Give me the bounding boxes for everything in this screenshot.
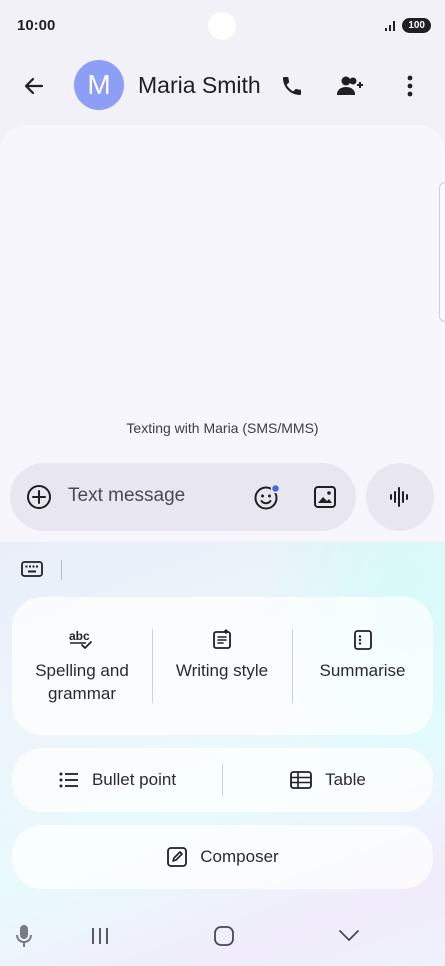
- writing-style-label: Writing style: [175, 661, 269, 680]
- system-navigation-bar: [0, 902, 445, 966]
- table-label: Table: [325, 770, 366, 789]
- composer-card: Composer: [12, 825, 433, 889]
- waveform-icon: [390, 487, 408, 507]
- keyboard-icon[interactable]: [20, 558, 44, 580]
- summarise-label: Summarise: [319, 661, 406, 680]
- writing-tools-card: abc Spelling and grammar Writing style S…: [12, 597, 433, 735]
- writing-style-icon: [213, 629, 231, 649]
- add-contact-icon[interactable]: [334, 70, 366, 102]
- gallery-icon[interactable]: [312, 484, 338, 510]
- composer-button[interactable]: Composer: [12, 825, 433, 889]
- conversation-app-bar: M Maria Smith: [0, 58, 445, 114]
- home-icon[interactable]: [210, 924, 238, 948]
- contact-name[interactable]: Maria Smith: [138, 72, 261, 99]
- spelling-grammar-button[interactable]: abc Spelling and grammar: [12, 597, 152, 735]
- hide-keyboard-chevron-down-icon[interactable]: [335, 924, 363, 948]
- bullet-point-label: Bullet point: [91, 770, 177, 789]
- message-input[interactable]: [68, 485, 238, 507]
- back-arrow-icon[interactable]: [20, 72, 48, 100]
- signal-icon: [385, 21, 396, 31]
- spelling-grammar-label: Spelling and grammar: [35, 661, 129, 703]
- camera-cutout: [208, 12, 236, 40]
- table-icon: [290, 771, 313, 789]
- voice-message-button[interactable]: [366, 463, 434, 531]
- recent-apps-icon[interactable]: [86, 924, 114, 948]
- writing-style-button[interactable]: Writing style: [152, 597, 292, 735]
- more-options-icon[interactable]: [394, 70, 426, 102]
- battery-icon: 100: [402, 17, 431, 33]
- format-tools-card: Bullet point Table: [12, 748, 433, 812]
- toolbar-divider: [61, 560, 62, 580]
- composer-label: Composer: [200, 847, 279, 866]
- conversation-info: Texting with Maria (SMS/MMS): [126, 420, 319, 436]
- table-button[interactable]: Table: [222, 748, 433, 812]
- avatar[interactable]: M: [74, 60, 124, 110]
- status-icons: 100: [384, 17, 431, 33]
- composer-pencil-icon: [167, 847, 188, 867]
- bullet-point-button[interactable]: Bullet point: [12, 748, 222, 812]
- microphone-icon[interactable]: [10, 924, 38, 948]
- bullet-list-icon: [59, 772, 78, 788]
- emoji-icon[interactable]: [253, 483, 281, 511]
- svg-text:abc: abc: [69, 629, 90, 643]
- phone-icon[interactable]: [276, 70, 308, 102]
- summarise-icon: [353, 630, 372, 650]
- status-time: 10:00: [17, 16, 56, 34]
- spellcheck-icon: abc: [69, 629, 92, 649]
- summarise-button[interactable]: Summarise: [292, 597, 433, 735]
- add-attachment-icon[interactable]: [26, 484, 52, 510]
- compose-bar: [10, 463, 356, 531]
- scroll-handle[interactable]: [439, 182, 445, 322]
